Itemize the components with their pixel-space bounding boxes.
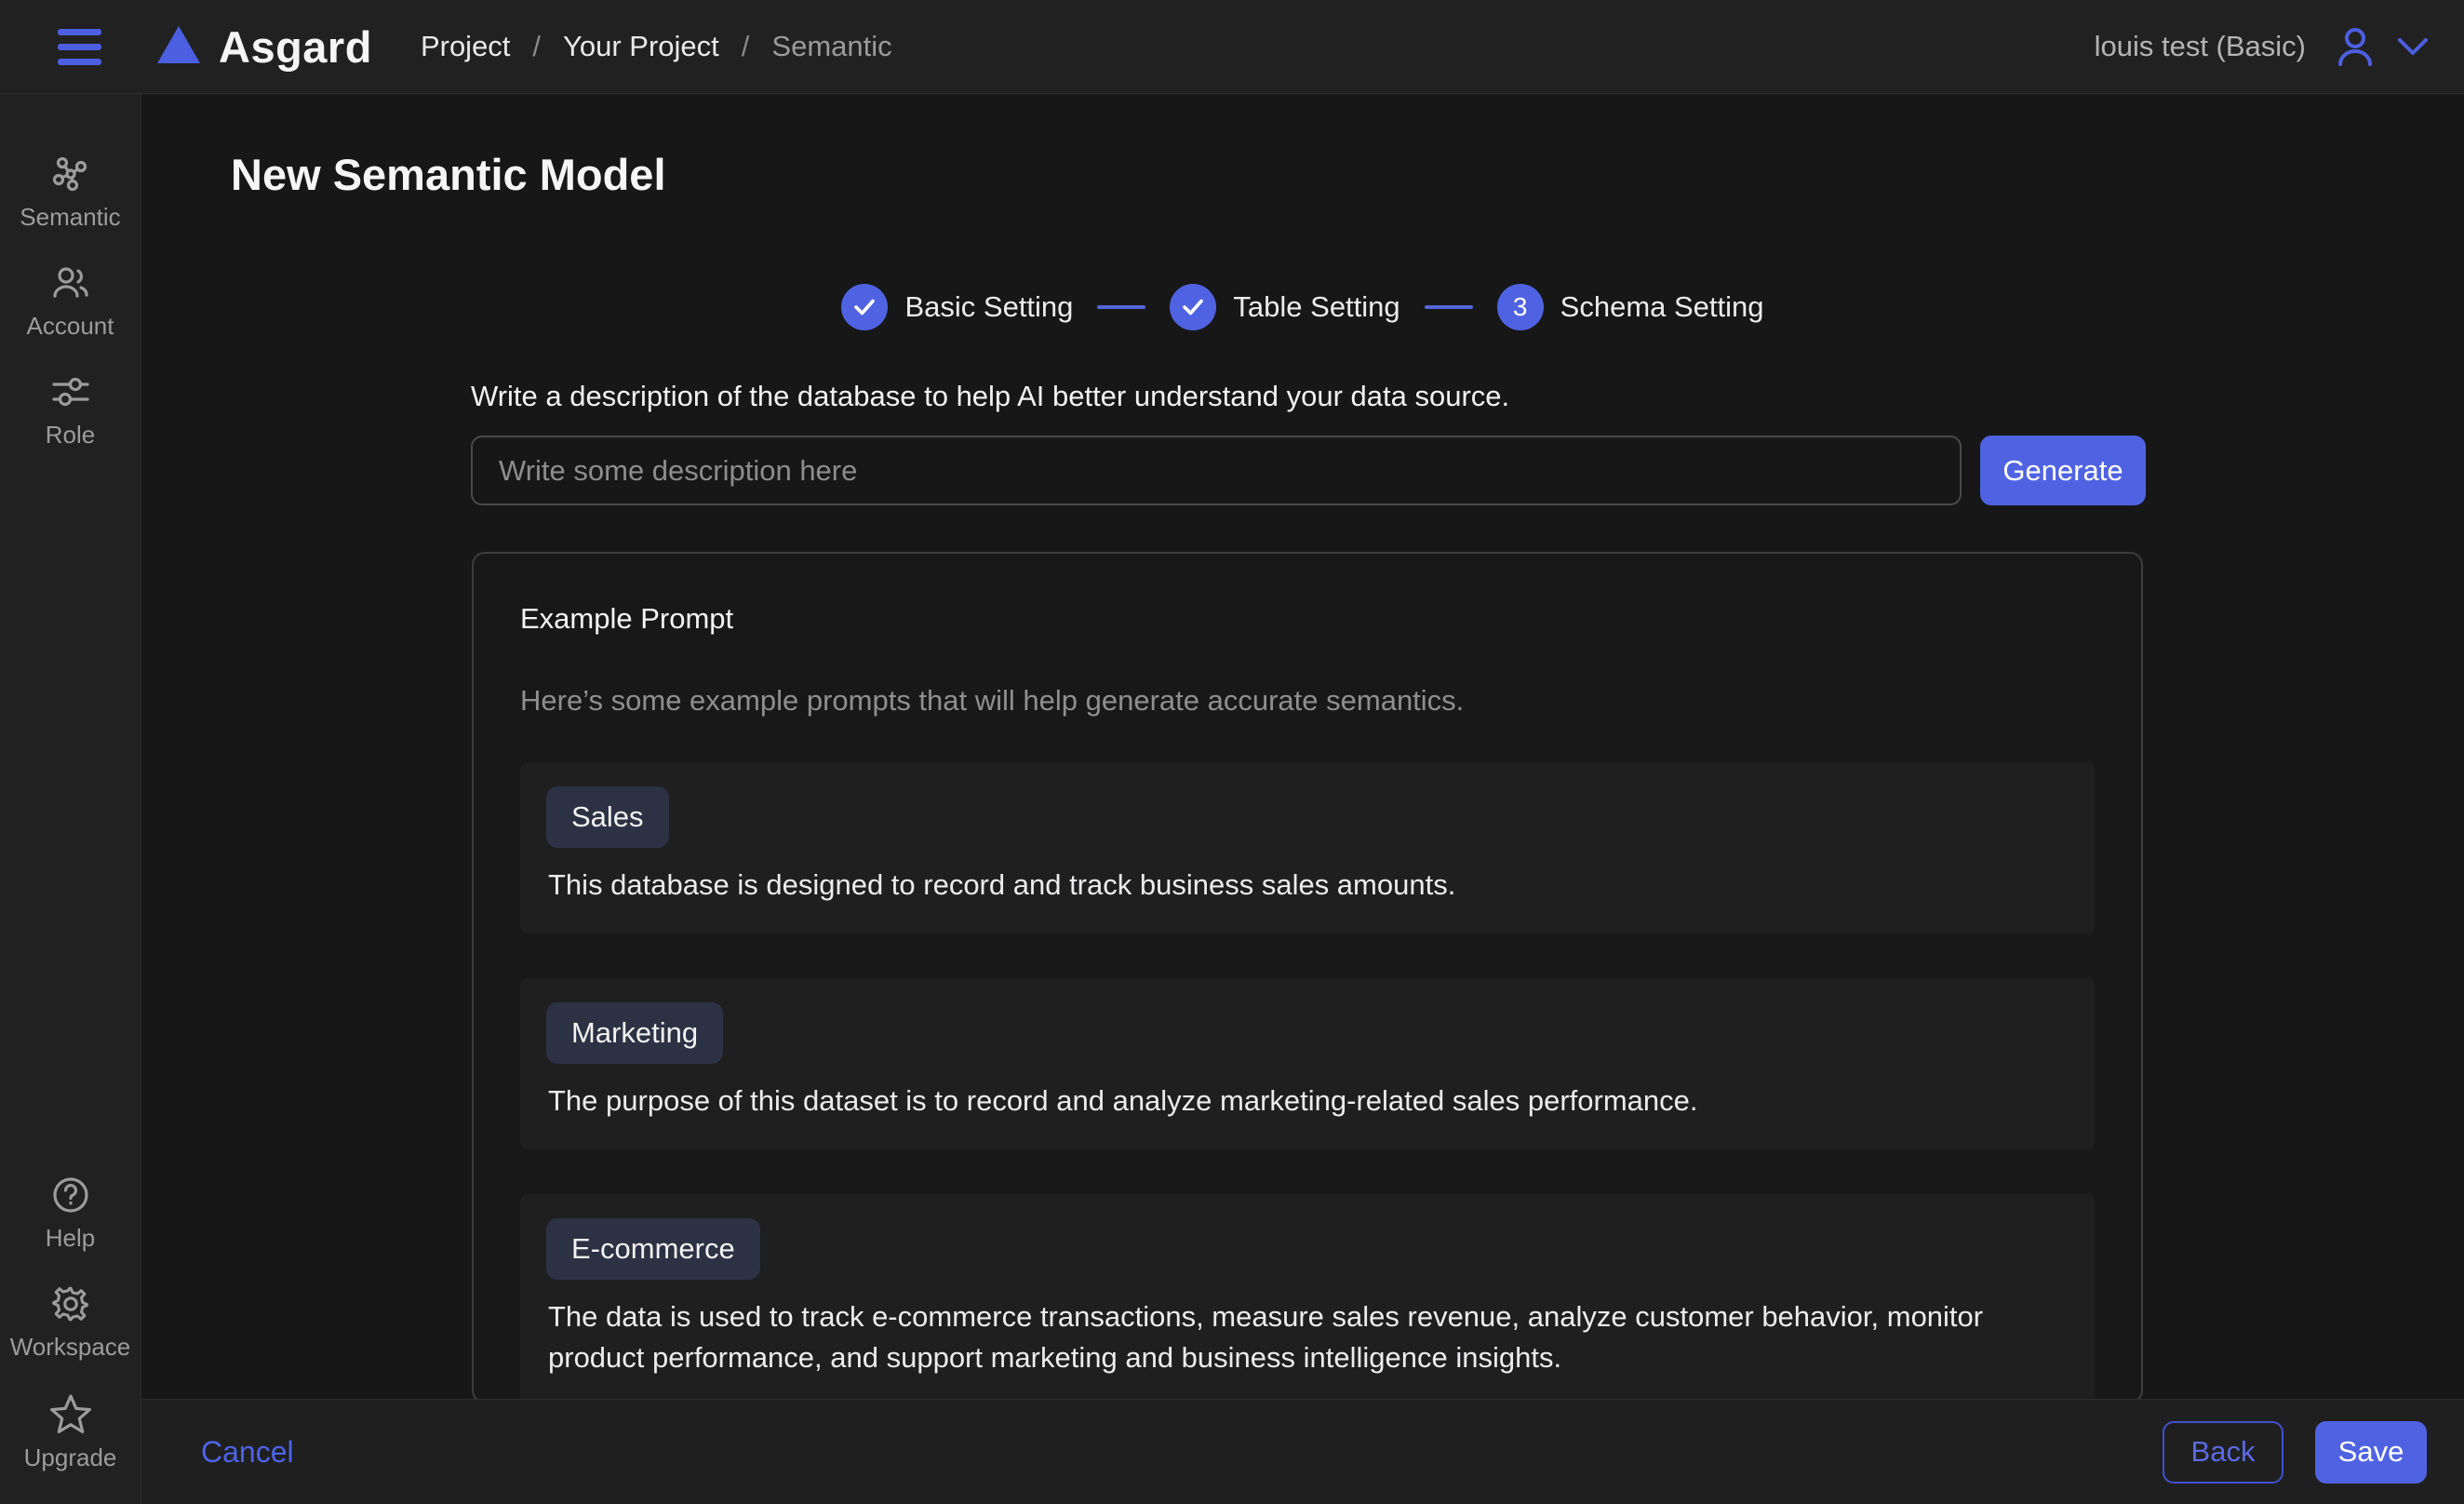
save-button[interactable]: Save bbox=[2315, 1421, 2427, 1484]
sidebar-item-help[interactable]: Help bbox=[1, 1175, 141, 1253]
sidebar-item-account[interactable]: Account bbox=[1, 262, 141, 341]
hamburger-icon bbox=[58, 29, 101, 35]
example-item-ecommerce[interactable]: E-commerce The data is used to track e-c… bbox=[520, 1194, 2095, 1403]
logo-text: Asgard bbox=[219, 21, 372, 73]
sidebar-nav-bottom: Help Workspace Upgrade bbox=[1, 1175, 141, 1472]
chevron-down-icon[interactable] bbox=[2397, 36, 2429, 57]
footer-actions: Back Save bbox=[2163, 1421, 2427, 1484]
step-done-circle bbox=[841, 284, 888, 330]
sidebar-item-semantic[interactable]: Semantic bbox=[1, 154, 141, 232]
sidebar-item-workspace[interactable]: Workspace bbox=[1, 1283, 141, 1362]
stepper: Basic Setting Table Setting 3 Schema Set… bbox=[141, 284, 2464, 330]
example-prompt-card: Example Prompt Here’s some example promp… bbox=[472, 552, 2143, 1403]
example-item-marketing[interactable]: Marketing The purpose of this dataset is… bbox=[520, 978, 2095, 1149]
sidebar-item-label: Help bbox=[46, 1224, 95, 1253]
example-card-subtitle: Here’s some example prompts that will he… bbox=[520, 684, 2095, 718]
logo[interactable]: Asgard bbox=[157, 21, 372, 73]
step-connector bbox=[1097, 305, 1145, 309]
example-tag: E-commerce bbox=[546, 1218, 760, 1280]
gear-icon bbox=[50, 1283, 91, 1324]
page-title: New Semantic Model bbox=[231, 149, 666, 200]
example-tag: Marketing bbox=[546, 1002, 723, 1064]
check-icon bbox=[853, 298, 876, 316]
example-text: The data is used to track e-commerce tra… bbox=[548, 1296, 2067, 1378]
people-icon bbox=[50, 262, 91, 303]
logo-triangle-icon bbox=[157, 26, 200, 63]
user-label: louis test (Basic) bbox=[2095, 30, 2306, 63]
step-table-setting[interactable]: Table Setting bbox=[1170, 284, 1399, 330]
step-connector bbox=[1425, 305, 1473, 309]
step-number-circle: 3 bbox=[1497, 284, 1544, 330]
step-label: Schema Setting bbox=[1560, 290, 1764, 324]
step-schema-setting[interactable]: 3 Schema Setting bbox=[1497, 284, 1764, 330]
help-circle-icon bbox=[50, 1175, 91, 1215]
user-icon[interactable] bbox=[2334, 25, 2377, 68]
sliders-icon bbox=[50, 371, 91, 412]
sidebar-item-label: Semantic bbox=[20, 203, 120, 232]
graph-icon bbox=[50, 154, 91, 195]
example-card-title: Example Prompt bbox=[520, 602, 2095, 636]
breadcrumb-your-project[interactable]: Your Project bbox=[563, 30, 719, 63]
sidebar-item-label: Role bbox=[46, 421, 95, 450]
breadcrumb: Project / Your Project / Semantic bbox=[421, 30, 892, 63]
sidebar-item-label: Workspace bbox=[10, 1333, 131, 1362]
step-basic-setting[interactable]: Basic Setting bbox=[841, 284, 1073, 330]
top-bar: Asgard Project / Your Project / Semantic… bbox=[0, 0, 2464, 94]
example-item-sales[interactable]: Sales This database is designed to recor… bbox=[520, 762, 2095, 933]
example-text: This database is designed to record and … bbox=[548, 865, 2067, 906]
breadcrumb-separator: / bbox=[742, 30, 750, 63]
breadcrumb-semantic: Semantic bbox=[771, 30, 891, 63]
description-input-row: Generate bbox=[471, 436, 2146, 505]
description-label: Write a description of the database to h… bbox=[471, 380, 1509, 413]
footer-bar: Cancel Back Save bbox=[141, 1399, 2464, 1504]
star-icon bbox=[49, 1392, 92, 1435]
example-tag: Sales bbox=[546, 786, 669, 848]
breadcrumb-project[interactable]: Project bbox=[421, 30, 510, 63]
menu-button[interactable] bbox=[54, 23, 105, 71]
cancel-link[interactable]: Cancel bbox=[201, 1435, 294, 1470]
sidebar-nav-top: Semantic Account Role bbox=[1, 154, 141, 450]
sidebar-item-label: Account bbox=[27, 312, 114, 341]
sidebar: Semantic Account Role bbox=[0, 94, 141, 1504]
sidebar-item-label: Upgrade bbox=[24, 1444, 117, 1472]
back-button[interactable]: Back bbox=[2163, 1421, 2283, 1484]
step-label: Basic Setting bbox=[904, 290, 1073, 324]
breadcrumb-separator: / bbox=[532, 30, 541, 63]
step-done-circle bbox=[1170, 284, 1216, 330]
sidebar-item-role[interactable]: Role bbox=[1, 371, 141, 450]
example-text: The purpose of this dataset is to record… bbox=[548, 1081, 2067, 1121]
step-label: Table Setting bbox=[1233, 290, 1399, 324]
description-input[interactable] bbox=[471, 436, 1962, 505]
generate-button[interactable]: Generate bbox=[1980, 436, 2146, 505]
sidebar-item-upgrade[interactable]: Upgrade bbox=[1, 1392, 141, 1472]
check-icon bbox=[1182, 298, 1204, 316]
